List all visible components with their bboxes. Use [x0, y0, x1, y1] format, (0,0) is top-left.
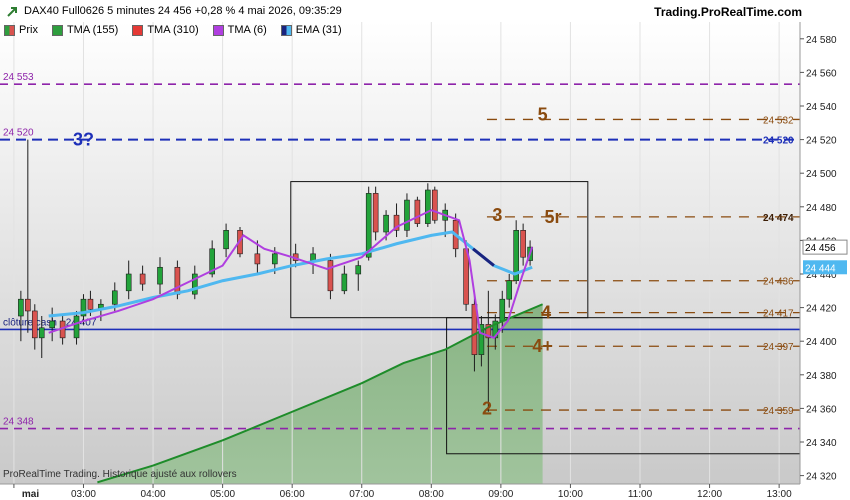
candle-up: [191, 273, 198, 295]
price-tick-label: 24 360: [806, 404, 837, 415]
level-value-label: 24 532: [763, 115, 794, 126]
candle-up: [49, 320, 55, 329]
time-tick-label: 03:00: [71, 489, 96, 500]
level-value-label: 24 444: [805, 263, 836, 274]
legend-item-ema31[interactable]: EMA (31): [277, 22, 342, 38]
price-tick-label: 24 520: [806, 136, 837, 147]
chart-window: 24 55324 52024 348clôture cash - 24 407 …: [0, 0, 850, 500]
candle-up: [111, 290, 118, 305]
candle-up: [506, 280, 513, 300]
candle-down: [31, 310, 38, 339]
legend-label: TMA (6): [227, 24, 267, 36]
candle-up: [499, 298, 506, 322]
legend-label: EMA (31): [295, 24, 342, 36]
level-value-label: 24 359: [763, 406, 794, 417]
price-tick-label: 24 480: [806, 203, 837, 214]
candle-up: [404, 199, 410, 231]
price-tick-label: 24 500: [806, 169, 837, 180]
chart-footnote: ProRealTime Trading. Historique ajusté a…: [3, 469, 237, 480]
candle-up: [425, 189, 431, 224]
candle-up: [38, 327, 45, 339]
time-tick-label: 13:00: [767, 489, 792, 500]
price-tick-label: 24 560: [806, 68, 837, 79]
legend-swatch: [212, 24, 224, 36]
legend-label: TMA (155): [66, 24, 119, 36]
price-tick-label: 24 320: [806, 472, 837, 483]
candle-down: [174, 266, 181, 295]
legend-swatch: [132, 24, 144, 36]
candle-down: [87, 298, 94, 310]
level-label: 24 553: [3, 72, 34, 83]
candle-down: [327, 260, 334, 292]
candle-down: [431, 189, 438, 221]
time-tick-label: 12:00: [697, 489, 722, 500]
trend-arrow-icon: [7, 7, 17, 17]
wave-label: 4+: [532, 336, 553, 356]
price-tick-label: 24 420: [806, 304, 837, 315]
instrument-title: DAX40 Full0626 5 minutes 24 456 +0,28 % …: [24, 5, 342, 17]
legend-label: TMA (310): [147, 24, 199, 36]
candle-up: [383, 214, 389, 233]
legend-item-tma6[interactable]: TMA (6): [209, 22, 267, 38]
level-value-label: 24 520: [763, 136, 794, 147]
wave-label: 3?: [73, 130, 94, 150]
time-tick-label: 06:00: [280, 489, 305, 500]
level-label: 24 348: [3, 417, 34, 428]
level-value-label: 24 474: [763, 213, 794, 224]
price-tick-label: 24 400: [806, 337, 837, 348]
time-tick-label: 04:00: [141, 489, 166, 500]
candle-up: [157, 266, 163, 285]
price-tick-label: 24 380: [806, 371, 837, 382]
wave-label: 4: [541, 303, 551, 323]
time-tick-label: 11:00: [628, 489, 653, 500]
candle-up: [271, 253, 278, 265]
price-chart[interactable]: 24 55324 52024 348clôture cash - 24 407 …: [0, 0, 850, 500]
price-tick-label: 24 340: [806, 438, 837, 449]
level-label: 24 520: [3, 128, 34, 139]
candle-up: [125, 273, 132, 292]
candle-up: [18, 298, 24, 317]
wave-label: 2: [482, 398, 492, 418]
candle-up: [73, 315, 80, 339]
time-tick-label: 08:00: [419, 489, 444, 500]
time-tick-label: 05:00: [210, 489, 235, 500]
level-value-label: 24 417: [763, 309, 794, 320]
candle-up: [355, 265, 362, 275]
wave-label: 5: [538, 104, 548, 124]
price-tick-label: 24 580: [806, 35, 837, 46]
time-tick-label: 09:00: [488, 489, 513, 500]
legend-item-tma155[interactable]: TMA (155): [48, 22, 118, 38]
candle-down: [254, 253, 261, 265]
candle-down: [25, 298, 31, 312]
legend-swatch: [4, 24, 15, 36]
time-tick-label: 10:00: [558, 489, 583, 500]
brand-link[interactable]: Trading.ProRealTime.com: [654, 5, 802, 19]
legend-label: Prix: [19, 24, 38, 36]
candle-up: [365, 193, 372, 258]
candle-down: [414, 199, 421, 224]
time-tick-label: 07:00: [349, 489, 374, 500]
indicator-legend: Prix TMA (155) TMA (310) TMA (6) EMA (31…: [0, 22, 352, 38]
candle-down: [372, 193, 379, 233]
legend-item-tma310[interactable]: TMA (310): [128, 22, 199, 38]
legend-item-prix[interactable]: Prix: [0, 22, 38, 38]
candle-up: [341, 273, 348, 292]
level-value-label: 24 397: [763, 342, 794, 353]
wave-label: 3: [492, 205, 502, 225]
candle-up: [223, 230, 229, 250]
candle-down: [520, 230, 526, 258]
legend-swatch: [280, 24, 292, 36]
time-tick-label: mai: [22, 489, 39, 500]
wave-label: 5r: [545, 207, 562, 227]
candle-up: [310, 253, 316, 261]
level-value-label: 24 436: [763, 277, 794, 288]
candle-down: [139, 273, 146, 285]
level-value-label: 24 456: [805, 243, 836, 254]
price-tick-label: 24 540: [806, 102, 837, 113]
legend-swatch: [51, 24, 63, 36]
chart-header: DAX40 Full0626 5 minutes 24 456 +0,28 % …: [0, 0, 850, 22]
